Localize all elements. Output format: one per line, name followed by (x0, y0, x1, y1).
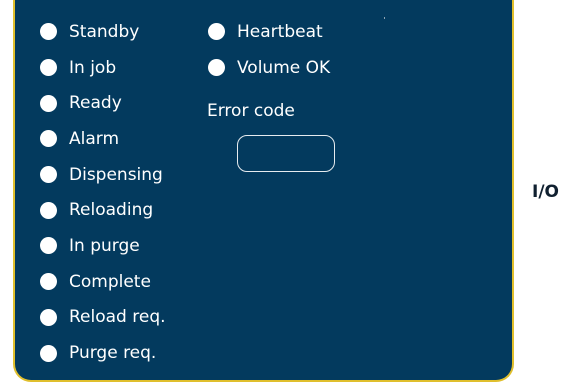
status-complete: Complete (40, 263, 166, 301)
status-label: Dispensing (69, 164, 163, 185)
status-reload-req: Reload req. (40, 299, 166, 337)
status-in-purge: In purge (40, 227, 166, 265)
status-dot-icon (208, 23, 225, 41)
status-dot-icon (40, 166, 57, 184)
status-label: Purge req. (69, 343, 157, 364)
right-status-column: Heartbeat Volume OK (208, 13, 330, 86)
panel-marker (384, 17, 385, 19)
io-status-panel: Standby In job Ready Alarm Dispensing Re… (13, 0, 514, 382)
status-dot-icon (40, 237, 57, 255)
error-code-field[interactable] (237, 135, 335, 172)
status-in-job: In job (40, 49, 166, 87)
status-label: Complete (69, 271, 151, 292)
status-label: Ready (69, 93, 122, 114)
status-label: Reload req. (69, 307, 166, 328)
status-dot-icon (40, 344, 57, 362)
io-side-label: I/O (532, 182, 559, 202)
io-status-page: Standby In job Ready Alarm Dispensing Re… (0, 0, 572, 385)
status-dot-icon (208, 59, 225, 77)
status-dot-icon (40, 59, 57, 77)
left-status-column: Standby In job Ready Alarm Dispensing Re… (40, 13, 166, 372)
status-dot-icon (40, 130, 57, 148)
status-dot-icon (40, 201, 57, 219)
status-dot-icon (40, 308, 57, 326)
status-label: Heartbeat (237, 21, 323, 42)
status-ready: Ready (40, 84, 166, 122)
status-label: Standby (69, 21, 140, 42)
status-label: In purge (69, 235, 140, 256)
status-dispensing: Dispensing (40, 156, 166, 194)
status-standby: Standby (40, 13, 166, 51)
status-label: Alarm (69, 128, 120, 149)
status-label: Volume OK (237, 57, 331, 78)
status-dot-icon (40, 273, 57, 291)
error-code-label: Error code (207, 101, 295, 121)
status-purge-req: Purge req. (40, 334, 166, 372)
status-label: In job (69, 57, 117, 78)
status-dot-icon (40, 23, 57, 41)
status-alarm: Alarm (40, 120, 166, 158)
status-volume-ok: Volume OK (208, 49, 330, 87)
status-reloading: Reloading (40, 191, 166, 229)
status-label: Reloading (69, 200, 154, 221)
status-heartbeat: Heartbeat (208, 13, 330, 51)
status-dot-icon (40, 94, 57, 112)
